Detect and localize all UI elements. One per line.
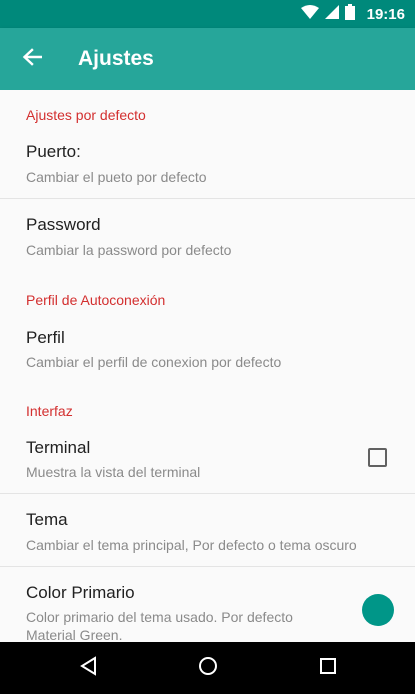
pref-primary-color[interactable]: Color Primario Color primario del tema u… bbox=[0, 567, 415, 642]
nav-recents-button[interactable] bbox=[298, 642, 358, 694]
arrow-left-icon bbox=[22, 47, 43, 71]
primary-color-swatch[interactable] bbox=[362, 594, 394, 626]
pref-port-title: Puerto: bbox=[26, 142, 81, 161]
pref-theme-title: Tema bbox=[26, 510, 68, 529]
system-nav-bar bbox=[0, 642, 415, 694]
status-icons: 19:16 bbox=[300, 0, 405, 28]
settings-list[interactable]: Ajustes por defecto Puerto: Cambiar el p… bbox=[0, 90, 415, 642]
pref-password-title: Password bbox=[26, 215, 101, 234]
pref-terminal-title: Terminal bbox=[26, 438, 91, 457]
app-bar: Ajustes bbox=[0, 28, 415, 90]
nav-back-button[interactable] bbox=[58, 642, 118, 694]
page-title: Ajustes bbox=[78, 47, 154, 70]
pref-port[interactable]: Puerto: Cambiar el pueto por defecto bbox=[0, 130, 415, 198]
category-autoconnect: Perfil de Autoconexión bbox=[26, 292, 166, 308]
pref-terminal[interactable]: Terminal Muestra la vista del terminal bbox=[0, 428, 415, 492]
pref-profile-title: Perfil bbox=[26, 328, 65, 347]
back-button[interactable] bbox=[14, 41, 50, 77]
pref-profile[interactable]: Perfil Cambiar el perfil de conexion por… bbox=[0, 316, 415, 382]
cell-signal-icon bbox=[324, 4, 339, 24]
home-circle-icon bbox=[198, 656, 218, 681]
pref-profile-summary: Cambiar el perfil de conexion por defect… bbox=[26, 354, 282, 370]
pref-theme[interactable]: Tema Cambiar el tema principal, Por defe… bbox=[0, 494, 415, 566]
pref-primary-color-title: Color Primario bbox=[26, 583, 135, 602]
status-time: 19:16 bbox=[366, 5, 405, 23]
pref-terminal-summary: Muestra la vista del terminal bbox=[26, 464, 201, 480]
pref-password-summary: Cambiar la password por defecto bbox=[26, 242, 232, 258]
category-default-settings: Ajustes por defecto bbox=[26, 107, 146, 123]
nav-home-button[interactable] bbox=[178, 642, 238, 694]
pref-password[interactable]: Password Cambiar la password por defecto bbox=[0, 199, 415, 269]
category-interface: Interfaz bbox=[26, 403, 73, 419]
pref-port-summary: Cambiar el pueto por defecto bbox=[26, 169, 207, 185]
battery-icon bbox=[344, 3, 355, 25]
terminal-checkbox[interactable] bbox=[368, 448, 387, 467]
pref-primary-color-summary: Color primario del tema usado. Por defec… bbox=[26, 609, 293, 642]
pref-theme-summary: Cambiar el tema principal, Por defecto o… bbox=[26, 537, 357, 553]
status-bar: 19:16 bbox=[0, 0, 415, 28]
recents-square-icon bbox=[319, 657, 337, 680]
back-triangle-icon bbox=[79, 655, 97, 681]
wifi-icon bbox=[300, 4, 319, 24]
